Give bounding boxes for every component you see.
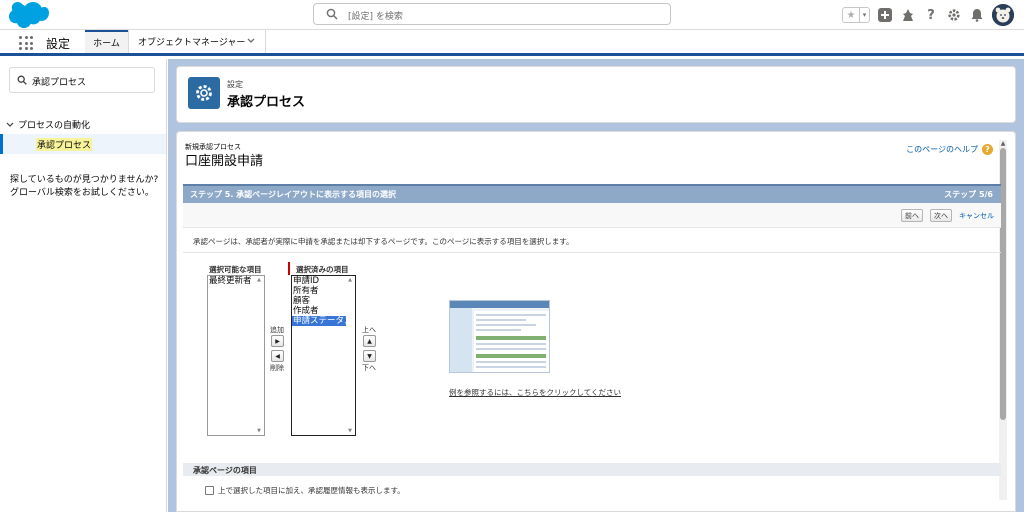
page-header-subtitle: 設定 [227,80,243,89]
selected-option[interactable]: 申請ステータス [292,316,353,326]
app-navigation-bar: 設定 ホーム オブジェクトマネージャー [0,30,1024,56]
next-button[interactable]: 次へ [930,209,952,222]
tree-item-label: 承認プロセス [36,138,93,151]
available-fields-listbox[interactable]: 最終更新者 ▲ ▼ [207,275,265,436]
tree-node-label: プロセスの自動化 [18,121,91,131]
not-found-hint: 探しているものが見つかりませんか? グローバル検索をお試しください。 [10,175,159,198]
scroll-up-icon[interactable]: ▲ [999,140,1007,147]
listbox-scrollbar[interactable]: ▲ ▼ [346,277,354,434]
tab-home-label: ホーム [93,39,120,49]
move-up-button[interactable]: ▲ [363,335,376,347]
required-indicator [288,262,290,275]
chevron-down-icon[interactable] [6,122,14,128]
tab-object-manager-label: オブジェクトマネージャー [138,38,246,48]
approval-page-fields-section: 承認ページの項目 [183,463,1001,476]
help-link-label[interactable]: このページのヘルプ [906,144,978,155]
help-link[interactable]: このページのヘルプ ? [906,144,993,155]
up-label: 上へ [362,326,376,334]
step-header: ステップ 5. 承認ページレイアウトに表示する項目の選択 ステップ 5/6 [183,184,1001,203]
wizard-title: 口座開設申請 [185,154,264,169]
search-placeholder: [設定] を検索 [348,12,403,22]
remove-button[interactable]: ◀ [271,350,284,362]
setup-gear-icon [188,77,220,109]
selected-fields-listbox[interactable]: 申請ID 所有者 顧客 作成者 申請ステータス ▲ ▼ [291,275,356,436]
tree-item-approval-processes[interactable]: 承認プロセス [0,134,166,154]
avatar[interactable] [992,4,1014,26]
scroll-down-icon[interactable]: ▼ [346,428,354,434]
tab-home[interactable]: ホーム [85,30,128,53]
preview-example-link[interactable]: 例を参照するには、こちらをクリックしてください [449,387,621,398]
move-down-button[interactable]: ▼ [363,350,376,362]
add-icon[interactable] [877,7,893,23]
step-title: ステップ 5. 承認ページレイアウトに表示する項目の選択 [190,190,397,199]
chevron-down-icon[interactable] [247,38,255,44]
favorites-dropdown-icon[interactable]: ▾ [859,8,869,22]
add-label: 追加 [270,326,284,334]
quick-find-input[interactable]: 承認プロセス [9,67,155,93]
app-name: 設定 [46,37,71,51]
help-icon[interactable]: ? [923,7,939,23]
remove-label: 削除 [270,364,284,372]
arrow-left-icon: ◀ [275,352,280,360]
salesforce-logo-icon[interactable] [9,2,49,28]
step-description-text: 承認ページは、承認者が実際に申請を承認または却下するページです。このページに表示… [193,237,574,246]
search-icon [17,75,27,85]
listbox-scrollbar[interactable]: ▲ ▼ [255,277,263,434]
cancel-link[interactable]: キャンセル [959,211,994,221]
notifications-bell-icon[interactable] [969,7,985,23]
global-search-input[interactable]: [設定] を検索 [313,3,671,25]
scroll-up-icon[interactable]: ▲ [346,277,354,283]
wizard-button-row: 前へ 次へ キャンセル [183,203,1001,227]
arrow-right-icon: ▶ [275,337,280,345]
arrow-up-icon: ▲ [367,337,372,345]
scroll-down-icon[interactable]: ▼ [255,428,263,434]
trailhead-icon[interactable] [900,7,916,23]
available-fields-label: 選択可能な項目 [209,265,262,274]
selected-fields-label: 選択済みの項目 [296,265,349,274]
app-launcher-icon[interactable] [19,36,33,50]
setup-sidebar: 承認プロセス プロセスの自動化 承認プロセス 探しているものが見つかりませんか?… [0,59,167,512]
global-header: [設定] を検索 ★ ▾ ? [0,0,1024,30]
search-icon [326,8,338,20]
favorites-star-icon[interactable]: ★ [843,8,859,22]
down-label: 下へ [362,364,376,372]
section-title: 承認ページの項目 [193,466,257,475]
setup-gear-icon[interactable] [946,7,962,23]
approval-page-preview-image[interactable] [449,300,550,373]
header-utilities: ★ ▾ ? [842,3,1014,27]
arrow-down-icon: ▼ [367,352,372,360]
wizard-content: ▲ 新規承認プロセス 口座開設申請 このページのヘルプ ? ステップ 5. 承認… [176,131,1016,512]
page-title: 承認プロセス [227,95,306,110]
favorites-control[interactable]: ★ ▾ [842,7,870,23]
tree-node-process-automation[interactable]: プロセスの自動化 [6,118,90,131]
step-description: 承認ページは、承認者が実際に申請を承認または却下するページです。このページに表示… [183,227,1001,253]
help-icon[interactable]: ? [982,144,993,155]
show-approval-history-checkbox[interactable] [205,486,214,495]
show-approval-history-label: 上で選択した項目に加え、承認履歴情報も表示します。 [218,486,405,495]
quick-find-value: 承認プロセス [32,78,87,88]
scroll-up-icon[interactable]: ▲ [255,277,263,283]
previous-button[interactable]: 前へ [901,209,923,222]
add-button[interactable]: ▶ [271,335,284,347]
step-count: ステップ 5/6 [944,190,993,199]
page-header: 設定 承認プロセス [176,66,1016,123]
tab-object-manager[interactable]: オブジェクトマネージャー [128,30,266,53]
